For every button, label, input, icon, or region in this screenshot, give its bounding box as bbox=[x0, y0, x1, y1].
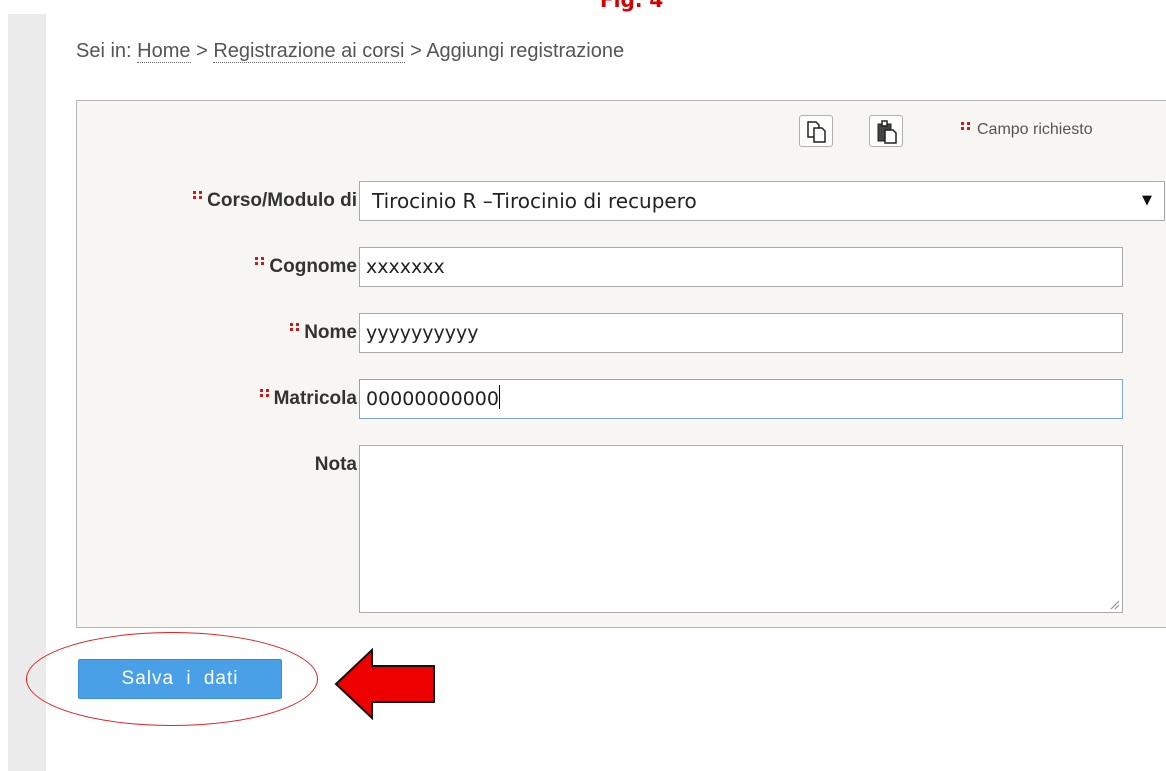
surname-input[interactable]: xxxxxxx bbox=[359, 247, 1123, 287]
paste-icon bbox=[877, 120, 897, 144]
student-id-label: Matricola bbox=[97, 379, 357, 419]
student-id-label-text: Matricola bbox=[273, 388, 357, 409]
course-label: Corso/Modulo di bbox=[97, 181, 357, 221]
course-selected-value: Tirocinio R –Tirocinio di recupero bbox=[372, 189, 697, 213]
required-marker-icon bbox=[193, 190, 203, 201]
student-id-row: Matricola 00000000000 bbox=[77, 379, 1166, 419]
name-label: Nome bbox=[97, 313, 357, 353]
required-marker-icon bbox=[290, 322, 300, 333]
breadcrumb-home-link[interactable]: Home bbox=[137, 40, 191, 63]
required-marker-icon bbox=[259, 388, 270, 399]
surname-label-text: Cognome bbox=[269, 256, 357, 277]
copy-icon bbox=[807, 121, 826, 143]
course-select[interactable]: Tirocinio R –Tirocinio di recupero ▼ bbox=[359, 181, 1165, 221]
breadcrumb: Sei in: Home > Registrazione ai corsi > … bbox=[76, 40, 624, 63]
required-legend-text: Campo richiesto bbox=[977, 121, 1093, 138]
student-id-input[interactable]: 00000000000 bbox=[359, 379, 1123, 419]
required-marker-icon bbox=[961, 121, 971, 132]
name-label-text: Nome bbox=[304, 322, 357, 343]
note-label: Nota bbox=[314, 454, 357, 475]
paste-button[interactable] bbox=[869, 115, 903, 147]
note-textarea[interactable] bbox=[359, 445, 1123, 613]
surname-row: Cognome xxxxxxx bbox=[77, 247, 1166, 287]
student-id-value: 00000000000 bbox=[366, 388, 499, 410]
breadcrumb-separator: > bbox=[404, 40, 427, 62]
required-marker-icon bbox=[255, 256, 265, 267]
breadcrumb-prefix: Sei in: bbox=[76, 40, 132, 62]
breadcrumb-separator: > bbox=[190, 40, 214, 62]
breadcrumb-current: Aggiungi registrazione bbox=[426, 40, 625, 62]
surname-label: Cognome bbox=[97, 247, 357, 287]
required-field-legend: Campo richiesto bbox=[961, 121, 1093, 139]
name-row: Nome yyyyyyyyyy bbox=[77, 313, 1166, 353]
text-cursor bbox=[498, 385, 500, 409]
page: Fig. 4 Sei in: Home > Registrazione ai c… bbox=[0, 0, 1166, 771]
course-row: Corso/Modulo di Tirocinio R –Tirocinio d… bbox=[77, 181, 1166, 221]
course-label-text: Corso/Modulo di bbox=[207, 190, 357, 211]
breadcrumb-section-link[interactable]: Registrazione ai corsi bbox=[213, 40, 405, 63]
annotation-arrow-icon bbox=[334, 648, 435, 720]
save-button[interactable]: Salva i dati bbox=[78, 659, 282, 699]
resize-grip-icon[interactable] bbox=[1108, 598, 1120, 610]
copy-button[interactable] bbox=[799, 115, 833, 147]
name-input[interactable]: yyyyyyyyyy bbox=[359, 313, 1123, 353]
dropdown-arrow-icon[interactable]: ▼ bbox=[1142, 182, 1152, 220]
figure-caption: Fig. 4 bbox=[600, 0, 664, 12]
registration-form: Campo richiesto Corso/Modulo di Tirocini… bbox=[76, 100, 1166, 628]
